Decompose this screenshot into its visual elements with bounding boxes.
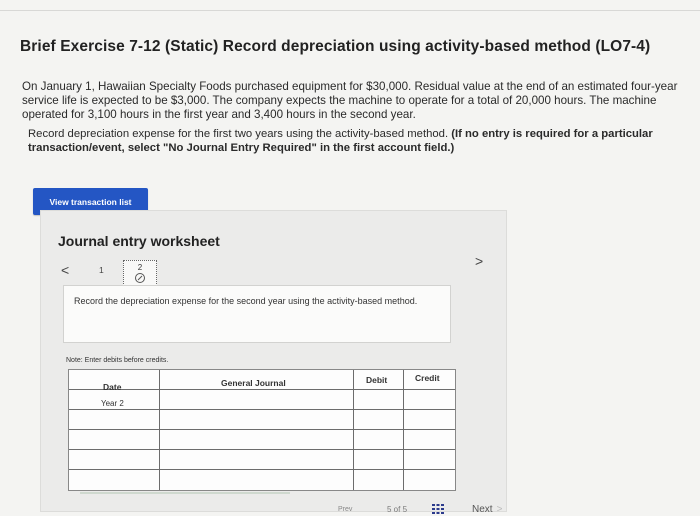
page: Brief Exercise 7-12 (Static) Record depr… xyxy=(0,0,700,516)
account-field[interactable] xyxy=(161,431,351,448)
worksheet-instruction-box: Record the depreciation expense for the … xyxy=(63,285,451,343)
prev-button-truncated[interactable]: Prev xyxy=(338,506,352,513)
debit-field[interactable] xyxy=(355,391,401,408)
row-divider xyxy=(69,449,455,450)
instruction-plain: Record depreciation expense for the firs… xyxy=(28,128,449,140)
header-general-journal: General Journal xyxy=(221,378,286,388)
chevron-right-icon: > xyxy=(496,504,503,515)
top-divider xyxy=(0,10,700,11)
credit-field[interactable] xyxy=(405,431,453,448)
header-credit: Credit xyxy=(415,373,440,383)
row-divider xyxy=(69,409,455,410)
prev-page-arrow[interactable]: < xyxy=(61,262,69,278)
journal-table: Date General Journal Debit Credit Year 2 xyxy=(68,369,456,491)
header-date: Date xyxy=(103,382,122,392)
col-divider xyxy=(403,370,404,490)
next-button-label: Next xyxy=(472,504,493,515)
row-divider xyxy=(69,429,455,430)
worksheet-instruction: Record the depreciation expense for the … xyxy=(74,296,418,306)
credit-field[interactable] xyxy=(405,391,453,408)
credit-field[interactable] xyxy=(405,411,453,428)
account-field[interactable] xyxy=(161,391,351,408)
scroll-indicator xyxy=(80,492,290,494)
header-debit: Debit xyxy=(366,375,388,385)
grid-icon[interactable] xyxy=(432,504,444,514)
next-page-arrow[interactable]: > xyxy=(475,253,483,269)
pencil-icon xyxy=(135,273,145,283)
header-divider xyxy=(69,389,455,390)
worksheet-title: Journal entry worksheet xyxy=(58,233,220,249)
account-field[interactable] xyxy=(161,411,351,428)
exercise-paragraph: On January 1, Hawaiian Specialty Foods p… xyxy=(22,80,678,121)
page-tab-1[interactable]: 1 xyxy=(99,265,104,275)
debit-field[interactable] xyxy=(355,411,401,428)
exercise-title: Brief Exercise 7-12 (Static) Record depr… xyxy=(20,38,651,55)
page-tab-2-label: 2 xyxy=(137,263,143,272)
debit-field[interactable] xyxy=(355,431,401,448)
date-cell: Year 2 xyxy=(101,399,124,408)
col-divider xyxy=(353,370,354,490)
next-button[interactable]: Next > xyxy=(472,504,502,515)
exercise-instruction: Record depreciation expense for the firs… xyxy=(28,127,678,155)
row-divider xyxy=(69,469,455,470)
debits-note: Note: Enter debits before credits. xyxy=(66,357,169,364)
page-count: 5 of 5 xyxy=(387,505,408,514)
col-divider xyxy=(159,370,160,490)
